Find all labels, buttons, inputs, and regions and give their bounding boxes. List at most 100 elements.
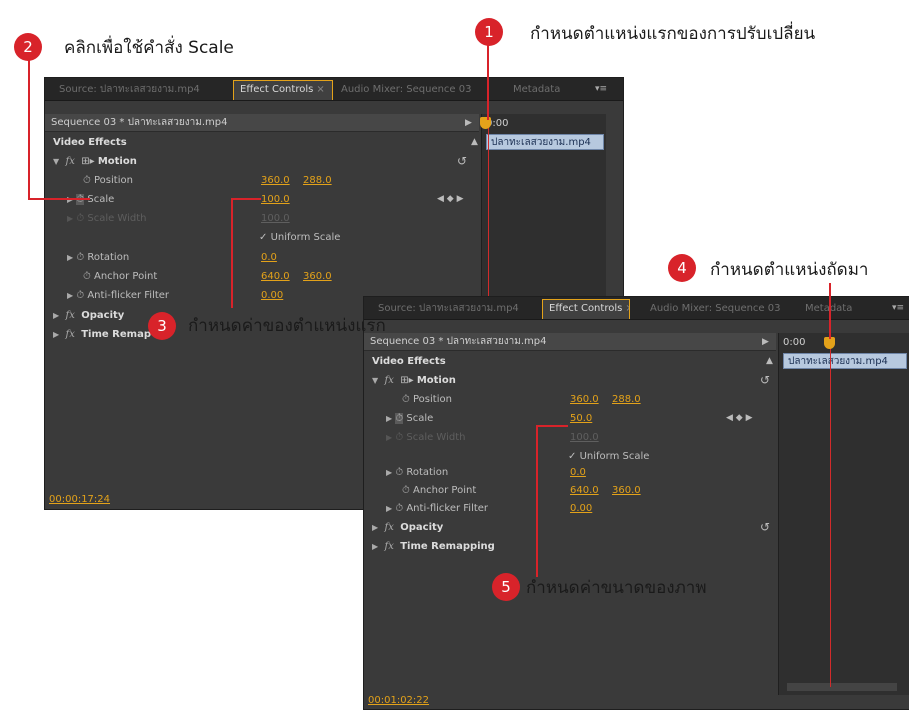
- close-icon[interactable]: ×: [625, 303, 629, 314]
- expand-triangle-icon[interactable]: ▶: [53, 311, 59, 320]
- expand-triangle-icon[interactable]: ▶: [386, 468, 392, 477]
- anti-flicker-value[interactable]: 0.00: [261, 286, 283, 305]
- stopwatch-toggle-icon[interactable]: ⏱: [395, 413, 404, 424]
- keyframe-navigator-icon[interactable]: ◀ ◆ ▶: [726, 409, 753, 428]
- anchor-y-value[interactable]: 360.0: [612, 481, 641, 500]
- tab-audio-mixer[interactable]: Audio Mixer: Sequence 03: [644, 300, 794, 318]
- collapse-arrow-icon[interactable]: ▶: [465, 114, 472, 133]
- stopwatch-icon[interactable]: ⏱: [402, 485, 410, 496]
- anchor-point-row: ⏱ Anchor Point: [402, 481, 476, 500]
- anchor-x-value[interactable]: 640.0: [570, 481, 599, 500]
- opacity-label: Opacity: [400, 522, 444, 533]
- callout-3-text: กำหนดค่าของตำแหน่งแรก: [188, 316, 386, 336]
- expand-triangle-icon[interactable]: ▶: [386, 504, 392, 513]
- time-remap-row[interactable]: ▶ fx Time Remap: [53, 325, 151, 344]
- timeline-scrollbar[interactable]: [787, 683, 897, 691]
- anchor-y-value[interactable]: 360.0: [303, 267, 332, 286]
- callout-4-text: กำหนดตำแหน่งถัดมา: [710, 260, 869, 280]
- tab-bar: Source: ปลาทะเลสวยงาม.mp4 Effect Control…: [45, 78, 623, 101]
- opacity-row[interactable]: ▶ fx Opacity: [372, 518, 443, 537]
- uniform-scale-label: Uniform Scale: [270, 232, 341, 243]
- current-timecode[interactable]: 00:01:02:22: [368, 695, 429, 706]
- checkmark-icon[interactable]: ✓: [568, 451, 576, 462]
- tab-source[interactable]: Source: ปลาทะเลสวยงาม.mp4: [53, 81, 233, 99]
- playhead-line[interactable]: [830, 342, 831, 687]
- motion-icon: ⊞▸: [400, 375, 414, 386]
- rotation-row: ▶ ⏱ Rotation: [386, 463, 448, 482]
- scale-row: ▶ ⏱ Scale: [386, 409, 433, 428]
- expand-triangle-icon[interactable]: ▼: [53, 157, 59, 166]
- anti-flicker-value[interactable]: 0.00: [570, 499, 592, 518]
- reset-icon[interactable]: ↺: [457, 152, 467, 171]
- position-x-value[interactable]: 360.0: [261, 171, 290, 190]
- tab-audio-mixer[interactable]: Audio Mixer: Sequence 03: [335, 81, 485, 99]
- expand-triangle-icon[interactable]: ▶: [67, 291, 73, 300]
- time-remap-label: Time Remap: [81, 329, 151, 340]
- stopwatch-icon: ⏱: [395, 432, 404, 443]
- stopwatch-icon[interactable]: ⏱: [76, 290, 84, 301]
- tab-metadata[interactable]: Metadata: [507, 81, 577, 99]
- sequence-label: Sequence 03 * ปลาทะเลสวยงาม.mp4: [51, 117, 228, 128]
- expand-triangle-icon[interactable]: ▼: [372, 376, 378, 385]
- motion-icon: ⊞▸: [81, 156, 95, 167]
- panel-menu-icon[interactable]: ▾≡: [595, 81, 607, 97]
- playhead-marker-icon[interactable]: [480, 117, 491, 129]
- fx-icon[interactable]: fx: [381, 375, 397, 386]
- expand-triangle-icon[interactable]: ▶: [372, 542, 378, 551]
- stopwatch-icon[interactable]: ⏱: [83, 271, 91, 282]
- scale-width-value: 100.0: [261, 213, 290, 224]
- stopwatch-icon[interactable]: ⏱: [76, 252, 84, 263]
- callout-5-line-h: [536, 425, 568, 427]
- panel-menu-icon[interactable]: ▾≡: [892, 300, 904, 316]
- callout-5-line-v: [536, 425, 538, 577]
- collapse-arrow-icon[interactable]: ▶: [762, 333, 769, 352]
- position-y-value[interactable]: 288.0: [303, 171, 332, 190]
- tab-bar: Source: ปลาทะเลสวยงาม.mp4 Effect Control…: [364, 297, 909, 320]
- video-effects-heading: Video Effects: [53, 137, 127, 148]
- stopwatch-icon[interactable]: ⏱: [83, 175, 91, 186]
- reset-icon[interactable]: ↺: [760, 371, 770, 390]
- scroll-up-icon[interactable]: ▲: [471, 133, 478, 152]
- scale-value[interactable]: 50.0: [570, 409, 592, 428]
- time-remapping-row[interactable]: ▶ fx Time Remapping: [372, 537, 495, 556]
- motion-effect-row[interactable]: ▼ fx ⊞▸ Motion: [372, 371, 456, 390]
- anchor-point-label: Anchor Point: [413, 485, 477, 496]
- current-timecode[interactable]: 00:00:17:24: [49, 494, 110, 505]
- fx-icon[interactable]: fx: [381, 522, 397, 533]
- expand-triangle-icon[interactable]: ▶: [386, 433, 392, 442]
- tab-source[interactable]: Source: ปลาทะเลสวยงาม.mp4: [372, 300, 540, 318]
- fx-icon[interactable]: fx: [62, 156, 78, 167]
- clip-bar[interactable]: ปลาทะเลสวยงาม.mp4: [486, 134, 604, 150]
- anchor-x-value[interactable]: 640.0: [261, 267, 290, 286]
- stopwatch-icon[interactable]: ⏱: [395, 503, 403, 514]
- tab-label: Effect Controls: [240, 84, 314, 95]
- tab-effect-controls[interactable]: Effect Controls×: [542, 299, 630, 319]
- clip-bar[interactable]: ปลาทะเลสวยงาม.mp4: [783, 353, 907, 369]
- rotation-value[interactable]: 0.0: [570, 463, 586, 482]
- expand-triangle-icon[interactable]: ▶: [67, 214, 73, 223]
- fx-icon[interactable]: fx: [62, 310, 78, 321]
- keyframe-navigator-icon[interactable]: ◀ ◆ ▶: [437, 190, 464, 209]
- position-y-value[interactable]: 288.0: [612, 390, 641, 409]
- stopwatch-icon[interactable]: ⏱: [395, 467, 403, 478]
- mini-timeline[interactable]: 0:00 ปลาทะเลสวยงาม.mp4: [778, 333, 909, 695]
- position-x-value[interactable]: 360.0: [570, 390, 599, 409]
- stopwatch-icon[interactable]: ⏱: [402, 394, 410, 405]
- motion-effect-row[interactable]: ▼ fx ⊞▸ Motion: [53, 152, 137, 171]
- expand-triangle-icon[interactable]: ▶: [386, 414, 392, 423]
- close-icon[interactable]: ×: [316, 84, 324, 95]
- scale-width-row: ▶ ⏱ Scale Width: [386, 428, 465, 447]
- expand-triangle-icon[interactable]: ▶: [67, 253, 73, 262]
- expand-triangle-icon[interactable]: ▶: [53, 330, 59, 339]
- checkmark-icon[interactable]: ✓: [259, 232, 267, 243]
- expand-triangle-icon[interactable]: ▶: [372, 523, 378, 532]
- callout-2-line-h: [28, 198, 90, 200]
- tab-effect-controls[interactable]: Effect Controls×: [233, 80, 333, 100]
- opacity-row[interactable]: ▶ fx Opacity: [53, 306, 124, 325]
- rotation-value[interactable]: 0.0: [261, 248, 277, 267]
- scroll-up-icon[interactable]: ▲: [766, 352, 773, 371]
- uniform-scale-checkbox[interactable]: ✓ Uniform Scale: [259, 228, 340, 247]
- scale-value[interactable]: 100.0: [261, 190, 290, 209]
- callout-3-line-v: [231, 198, 233, 308]
- reset-icon[interactable]: ↺: [760, 518, 770, 537]
